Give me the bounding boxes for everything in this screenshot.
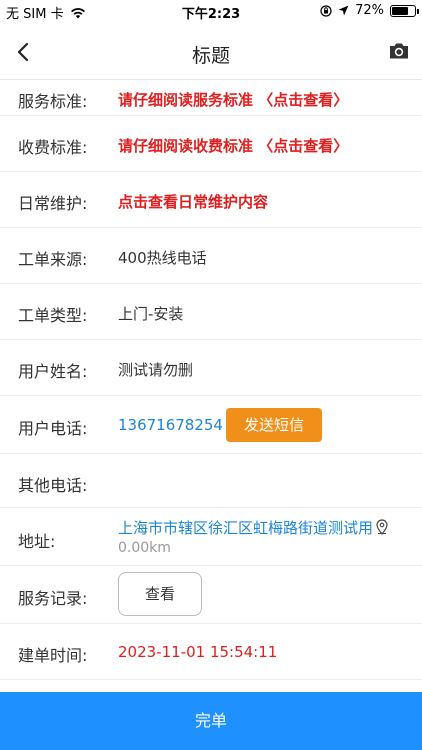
- other-phone-label: 其他电话:: [18, 476, 88, 495]
- fee-standard-link[interactable]: 请仔细阅读收费标准 〈点击查看〉: [118, 135, 348, 156]
- address-label: 地址:: [18, 532, 56, 551]
- row-order-type: 工单类型: 上门-安装: [0, 284, 422, 340]
- complete-order-button[interactable]: 完单: [0, 692, 422, 750]
- send-sms-button[interactable]: 发送短信: [226, 408, 322, 442]
- location-pin-icon[interactable]: [375, 519, 389, 535]
- user-name-label: 用户姓名:: [18, 362, 88, 381]
- order-source-label: 工单来源:: [18, 250, 88, 269]
- view-record-button[interactable]: 查看: [118, 572, 202, 616]
- user-name-value: 测试请勿删: [118, 361, 194, 379]
- row-user-name: 用户姓名: 测试请勿删: [0, 340, 422, 396]
- address-link[interactable]: 上海市市辖区徐汇区虹梅路街道测试用: [118, 517, 389, 538]
- location-arrow-icon: [338, 5, 349, 16]
- service-standard-label: 服务标准:: [18, 92, 88, 111]
- orientation-lock-icon: [320, 4, 332, 17]
- order-detail: 服务标准: 请仔细阅读服务标准 〈点击查看〉 收费标准: 请仔细阅读收费标准 〈…: [0, 80, 422, 692]
- user-phone-label: 用户电话:: [18, 419, 88, 438]
- service-standard-link[interactable]: 请仔细阅读服务标准 〈点击查看〉: [118, 89, 348, 110]
- row-created-time: 建单时间: 2023-11-01 15:54:11: [0, 624, 422, 680]
- row-service-standard: 服务标准: 请仔细阅读服务标准 〈点击查看〉: [0, 80, 422, 116]
- daily-maintenance-link[interactable]: 点击查看日常维护内容: [118, 191, 268, 212]
- row-user-phone: 用户电话: 13671678254 发送短信: [0, 396, 422, 454]
- order-source-value: 400热线电话: [118, 249, 207, 267]
- row-daily-maintenance: 日常维护: 点击查看日常维护内容: [0, 172, 422, 228]
- address-text[interactable]: 上海市市辖区徐汇区虹梅路街道测试用: [118, 519, 373, 537]
- order-type-label: 工单类型:: [18, 306, 88, 325]
- battery-percent: 72%: [355, 3, 384, 18]
- nav-bar: 标题: [0, 24, 422, 80]
- status-bar: 无 SIM 卡 下午2:23 72%: [0, 0, 422, 24]
- service-record-label: 服务记录:: [18, 589, 88, 608]
- user-phone-link[interactable]: 13671678254: [118, 416, 223, 434]
- row-fee-standard: 收费标准: 请仔细阅读收费标准 〈点击查看〉: [0, 116, 422, 172]
- row-service-record: 服务记录: 查看: [0, 566, 422, 624]
- page-title: 标题: [191, 45, 230, 67]
- row-address: 地址: 上海市市辖区徐汇区虹梅路街道测试用 0.00km: [0, 508, 422, 566]
- row-other-phone: 其他电话:: [0, 454, 422, 508]
- camera-icon[interactable]: [388, 41, 410, 61]
- status-right: 72%: [320, 3, 419, 18]
- address-distance: 0.00km: [118, 540, 171, 556]
- daily-maintenance-label: 日常维护:: [18, 194, 88, 213]
- fee-standard-label: 收费标准:: [18, 138, 88, 157]
- row-order-source: 工单来源: 400热线电话: [0, 228, 422, 284]
- order-type-value: 上门-安装: [118, 305, 184, 323]
- created-time-label: 建单时间:: [18, 646, 88, 665]
- battery-fill: [392, 6, 408, 15]
- battery-icon: [390, 4, 419, 17]
- created-time-value: 2023-11-01 15:54:11: [118, 643, 278, 661]
